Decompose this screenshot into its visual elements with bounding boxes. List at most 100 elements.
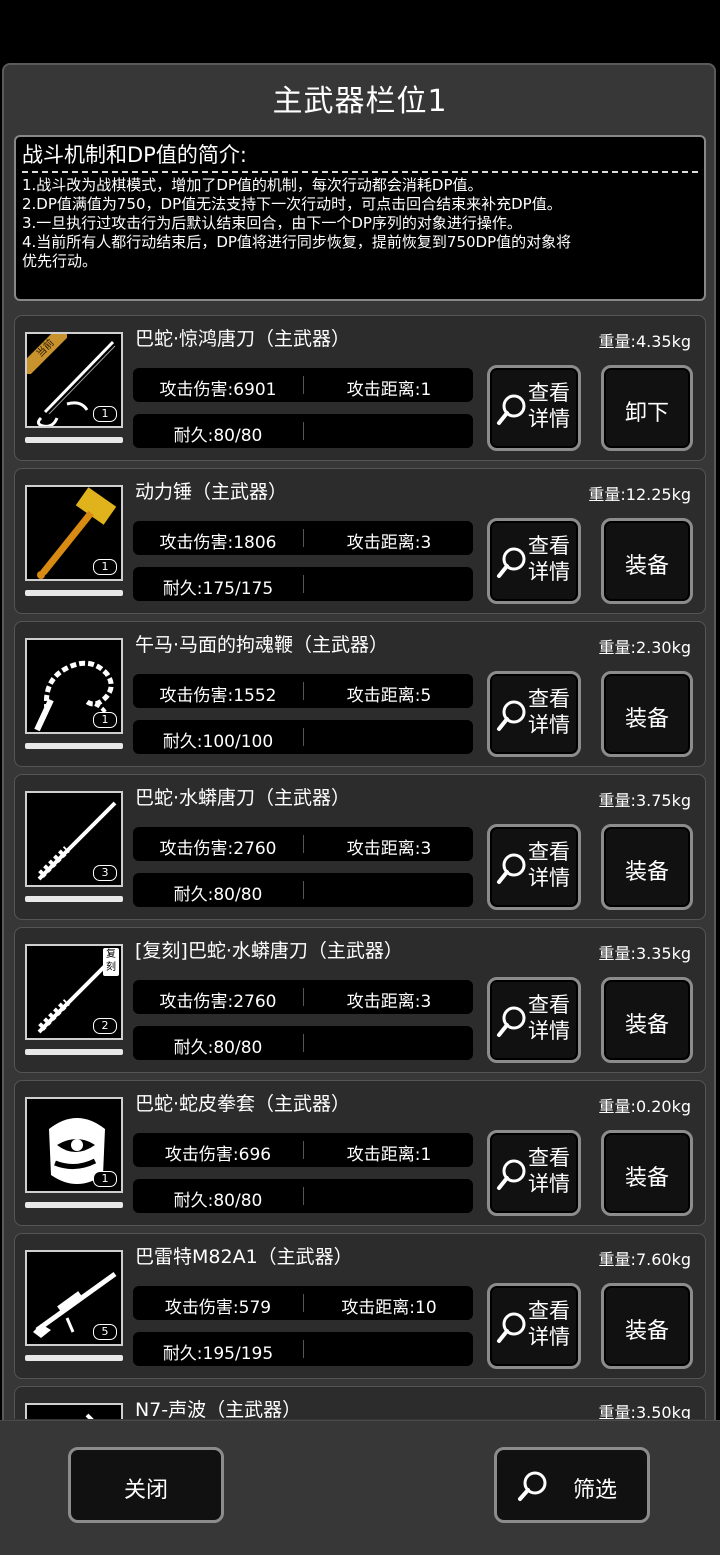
durability-row: 耐久:80/80 <box>133 414 473 448</box>
stat-divider <box>303 1340 304 1358</box>
view-details-line: 详情 <box>528 1019 570 1043</box>
attack-damage: 攻击伤害:2760 <box>159 992 277 1012</box>
weapon-item[interactable]: N7-声波（主武器） 重量:3.50kg 查看 详情 装备 <box>14 1386 706 1419</box>
sonic-weapon-icon <box>85 1413 94 1419</box>
equip-button[interactable]: 装备 <box>601 977 693 1063</box>
stat-divider <box>303 728 304 746</box>
durability-value: 耐久:80/80 <box>173 1191 263 1211</box>
equip-button[interactable]: 装备 <box>601 671 693 757</box>
weapon-weight: 重量:12.25kg <box>588 485 691 504</box>
close-button[interactable]: 关闭 <box>68 1447 224 1523</box>
stats-row: 攻击伤害:2760 攻击距离:3 <box>133 827 473 861</box>
unequip-button[interactable]: 卸下 <box>601 365 693 451</box>
weapon-thumbnail[interactable]: 3 <box>25 791 123 887</box>
stat-divider <box>303 1034 304 1052</box>
stats-row: 攻击伤害:1806 攻击距离:3 <box>133 521 473 555</box>
stat-divider <box>303 422 304 440</box>
current-badge-text: 当前 <box>27 334 67 374</box>
intro-heading: 战斗机制和DP值的简介: <box>22 143 247 167</box>
view-details-button[interactable]: 查看 详情 <box>487 824 581 910</box>
action-label: 装备 <box>624 1319 669 1344</box>
equip-button[interactable]: 装备 <box>601 824 693 910</box>
stats-row: 攻击伤害:6901 攻击距离:1 <box>133 368 473 402</box>
equip-button[interactable]: 装备 <box>601 1283 693 1369</box>
view-details-line: 查看 <box>528 381 570 405</box>
intro-line: 1.战斗改为战棋模式，增加了DP值的机制，每次行动都会消耗DP值。 <box>22 176 483 194</box>
intro-line: 3.一旦执行过攻击行为后默认结束回合，由下一个DP序列的对象进行操作。 <box>22 214 522 232</box>
weapon-item[interactable]: 当前 1 巴蛇·惊鸿唐刀（主武器） 重量:4.35kg 攻击伤害:6901 攻击… <box>14 315 706 461</box>
durability-row: 耐久:80/80 <box>133 1026 473 1060</box>
weapon-weight: 重量:3.75kg <box>598 791 691 810</box>
equip-button[interactable]: 装备 <box>601 518 693 604</box>
durability-row: 耐久:175/175 <box>133 567 473 601</box>
weapon-thumbnail[interactable] <box>25 1403 123 1419</box>
page-title: 主武器栏位1 <box>272 84 448 119</box>
level-badge: 1 <box>93 559 117 575</box>
durability-value: 耐久:80/80 <box>173 426 263 446</box>
view-details-button[interactable]: 查看 详情 <box>487 977 581 1063</box>
weapon-item[interactable]: 5 巴雷特M82A1（主武器） 重量:7.60kg 攻击伤害:579 攻击距离:… <box>14 1233 706 1379</box>
view-details-line: 详情 <box>528 407 570 431</box>
view-details-button[interactable]: 查看 详情 <box>487 1130 581 1216</box>
view-details-label: 查看 详情 <box>528 533 578 585</box>
view-details-button[interactable]: 查看 详情 <box>487 365 581 451</box>
level-badge: 1 <box>93 1171 117 1187</box>
weapon-item[interactable]: 复刻 2 [复刻]巴蛇·水蟒唐刀（主武器） 重量:3.35kg 攻击伤害:276… <box>14 927 706 1073</box>
weapon-item[interactable]: 1 午马·马面的拘魂鞭（主武器） 重量:2.30kg 攻击伤害:1552 攻击距… <box>14 621 706 767</box>
stat-divider <box>303 881 304 899</box>
weapon-name: 动力锤（主武器） <box>135 481 288 503</box>
durability-bar <box>25 1049 123 1055</box>
weapon-list[interactable]: 当前 1 巴蛇·惊鸿唐刀（主武器） 重量:4.35kg 攻击伤害:6901 攻击… <box>14 315 706 1419</box>
view-details-label: 查看 详情 <box>528 1145 578 1197</box>
view-details-button[interactable]: 查看 详情 <box>487 671 581 757</box>
weapon-thumbnail[interactable]: 5 <box>25 1250 123 1346</box>
view-details-label: 查看 详情 <box>528 686 578 738</box>
weapon-weight: 重量:4.35kg <box>598 332 691 351</box>
intro-line: 优先行动。 <box>22 252 98 270</box>
durability-value: 耐久:80/80 <box>173 1038 263 1058</box>
weapon-item[interactable]: 1 巴蛇·蛇皮拳套（主武器） 重量:0.20kg 攻击伤害:696 攻击距离:1… <box>14 1080 706 1226</box>
stats-row: 攻击伤害:696 攻击距离:1 <box>133 1133 473 1167</box>
weapon-thumbnail[interactable]: 复刻 2 <box>25 944 123 1040</box>
weapon-thumbnail[interactable]: 1 <box>25 638 123 734</box>
level-badge: 1 <box>93 712 117 728</box>
durability-bar <box>25 437 123 443</box>
filter-button[interactable]: 筛选 <box>494 1447 650 1523</box>
stats-row: 攻击伤害:1552 攻击距离:5 <box>133 674 473 708</box>
magnifier-icon <box>497 700 526 731</box>
battle-intro-box: 战斗机制和DP值的简介: 1.战斗改为战棋模式，增加了DP值的机制，每次行动都会… <box>14 135 706 301</box>
view-details-line: 查看 <box>528 1299 570 1323</box>
durability-value: 耐久:80/80 <box>173 885 263 905</box>
weapon-name: 午马·马面的拘魂鞭（主武器） <box>135 634 389 656</box>
view-details-button[interactable]: 查看 详情 <box>487 518 581 604</box>
view-details-line: 查看 <box>528 534 570 558</box>
attack-damage: 攻击伤害:2760 <box>159 839 277 859</box>
attack-damage: 攻击伤害:696 <box>164 1145 272 1165</box>
weapon-item[interactable]: 3 巴蛇·水蟒唐刀（主武器） 重量:3.75kg 攻击伤害:2760 攻击距离:… <box>14 774 706 920</box>
weapon-item[interactable]: 1 动力锤（主武器） 重量:12.25kg 攻击伤害:1806 攻击距离:3 耐… <box>14 468 706 614</box>
attack-range: 攻击距离:1 <box>346 1145 432 1165</box>
weapon-name: N7-声波（主武器） <box>135 1399 302 1419</box>
weapon-thumbnail[interactable]: 1 <box>25 1097 123 1193</box>
attack-range: 攻击距离:3 <box>346 992 432 1012</box>
attack-damage: 攻击伤害:1552 <box>159 686 277 706</box>
magnifier-icon <box>497 394 526 425</box>
weapon-name: [复刻]巴蛇·水蟒唐刀（主武器） <box>135 940 403 962</box>
level-badge: 2 <box>93 1018 117 1034</box>
intro-divider <box>22 171 698 173</box>
view-details-line: 详情 <box>528 866 570 890</box>
durability-value: 耐久:100/100 <box>162 732 274 752</box>
durability-value: 耐久:175/175 <box>162 579 274 599</box>
stat-divider <box>303 1141 304 1159</box>
equip-button[interactable]: 装备 <box>601 1130 693 1216</box>
view-details-label: 查看 详情 <box>528 839 578 891</box>
level-badge: 1 <box>93 406 117 422</box>
stat-divider <box>303 575 304 593</box>
weapon-thumbnail[interactable]: 当前 1 <box>25 332 123 428</box>
weapon-weight: 重量:2.30kg <box>598 638 691 657</box>
attack-range: 攻击距离:3 <box>346 533 432 553</box>
stat-divider <box>303 1294 304 1312</box>
view-details-button[interactable]: 查看 详情 <box>487 1283 581 1369</box>
stat-divider <box>303 376 304 394</box>
weapon-thumbnail[interactable]: 1 <box>25 485 123 581</box>
